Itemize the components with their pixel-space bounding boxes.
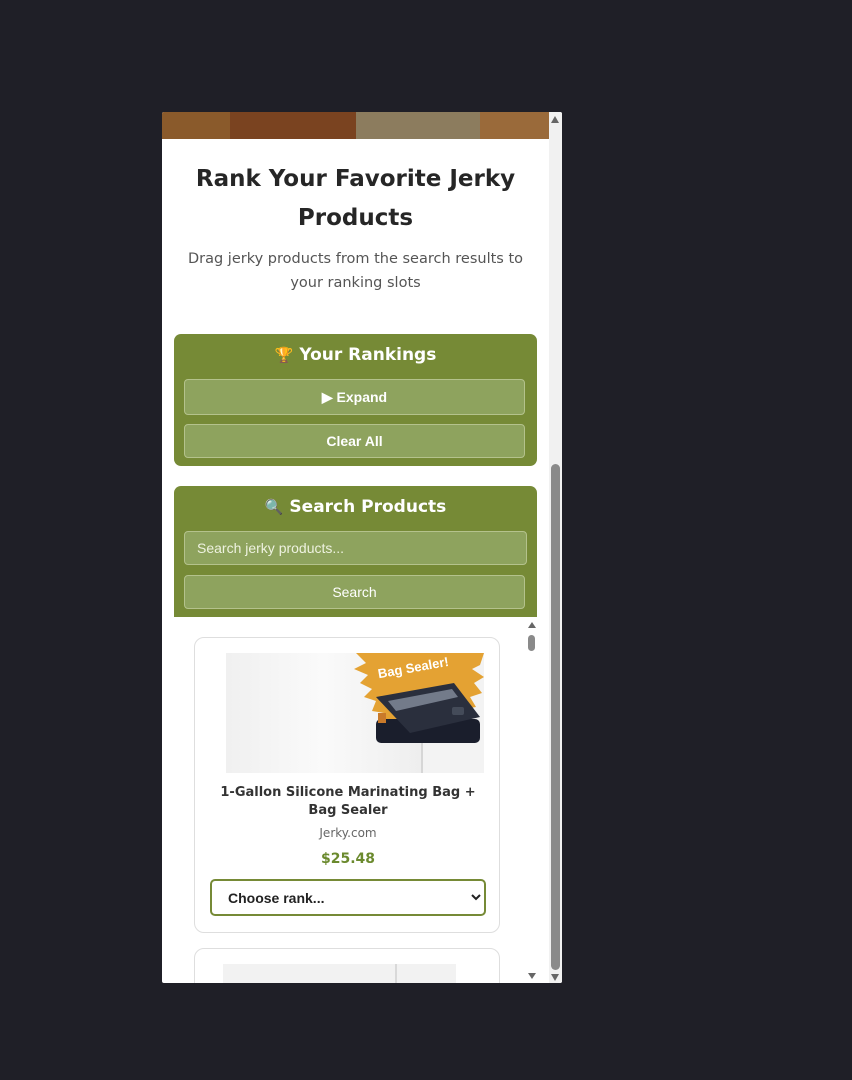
banner-segment bbox=[230, 112, 356, 139]
page-scrollbar[interactable] bbox=[549, 112, 562, 983]
banner-segment bbox=[356, 112, 480, 139]
image-divider bbox=[395, 964, 397, 983]
banner-segment bbox=[162, 112, 230, 139]
rankings-title-text: Your Rankings bbox=[299, 345, 437, 365]
sealer-button bbox=[452, 707, 464, 715]
page-title: Rank Your Favorite Jerky Products bbox=[195, 166, 516, 231]
bag-sealer-graphic: Bag Sealer! bbox=[354, 653, 484, 743]
scrollbar-thumb[interactable] bbox=[528, 635, 535, 651]
rankings-panel: 🏆 Your Rankings ▶ Expand Clear All bbox=[174, 334, 537, 466]
main-content: Rank Your Favorite Jerky Products Drag j… bbox=[162, 112, 549, 983]
scroll-down-arrow-icon[interactable] bbox=[528, 973, 536, 979]
product-brand: Jerky.com bbox=[319, 826, 377, 840]
app-window: Rank Your Favorite Jerky Products Drag j… bbox=[162, 112, 562, 983]
rank-select[interactable]: Choose rank... bbox=[210, 879, 486, 916]
scroll-down-arrow-icon[interactable] bbox=[551, 974, 559, 981]
search-input[interactable] bbox=[184, 531, 527, 565]
scroll-up-arrow-icon[interactable] bbox=[551, 116, 559, 123]
product-image: Bag Sealer! bbox=[226, 653, 484, 773]
product-card[interactable] bbox=[194, 948, 500, 983]
magnifier-icon: 🔍 bbox=[264, 498, 284, 516]
product-price: $25.48 bbox=[320, 851, 376, 867]
sealer-bag-clip bbox=[378, 713, 386, 723]
search-title-text: Search Products bbox=[289, 497, 447, 517]
product-image bbox=[223, 964, 456, 983]
banner-segment bbox=[480, 112, 549, 139]
search-button[interactable]: Search bbox=[184, 575, 525, 609]
header-banner bbox=[162, 112, 549, 139]
product-name: 1-Gallon Silicone Marinating Bag + Bag S… bbox=[220, 785, 476, 818]
page-subtitle: Drag jerky products from the search resu… bbox=[187, 251, 523, 291]
results-scrollbar[interactable] bbox=[527, 617, 537, 983]
search-results[interactable]: Bag Sealer! 1-Gallon Silicone Marinating… bbox=[174, 617, 537, 983]
rankings-title: 🏆 Your Rankings bbox=[174, 345, 537, 365]
search-title: 🔍 Search Products bbox=[174, 497, 537, 517]
product-card[interactable]: Bag Sealer! 1-Gallon Silicone Marinating… bbox=[194, 637, 500, 933]
scrollbar-thumb[interactable] bbox=[551, 464, 560, 970]
scroll-up-arrow-icon[interactable] bbox=[528, 622, 536, 628]
clear-all-button[interactable]: Clear All bbox=[184, 424, 525, 458]
trophy-icon: 🏆 bbox=[274, 346, 294, 364]
expand-button[interactable]: ▶ Expand bbox=[184, 379, 525, 415]
search-panel: 🔍 Search Products Search bbox=[174, 486, 537, 626]
